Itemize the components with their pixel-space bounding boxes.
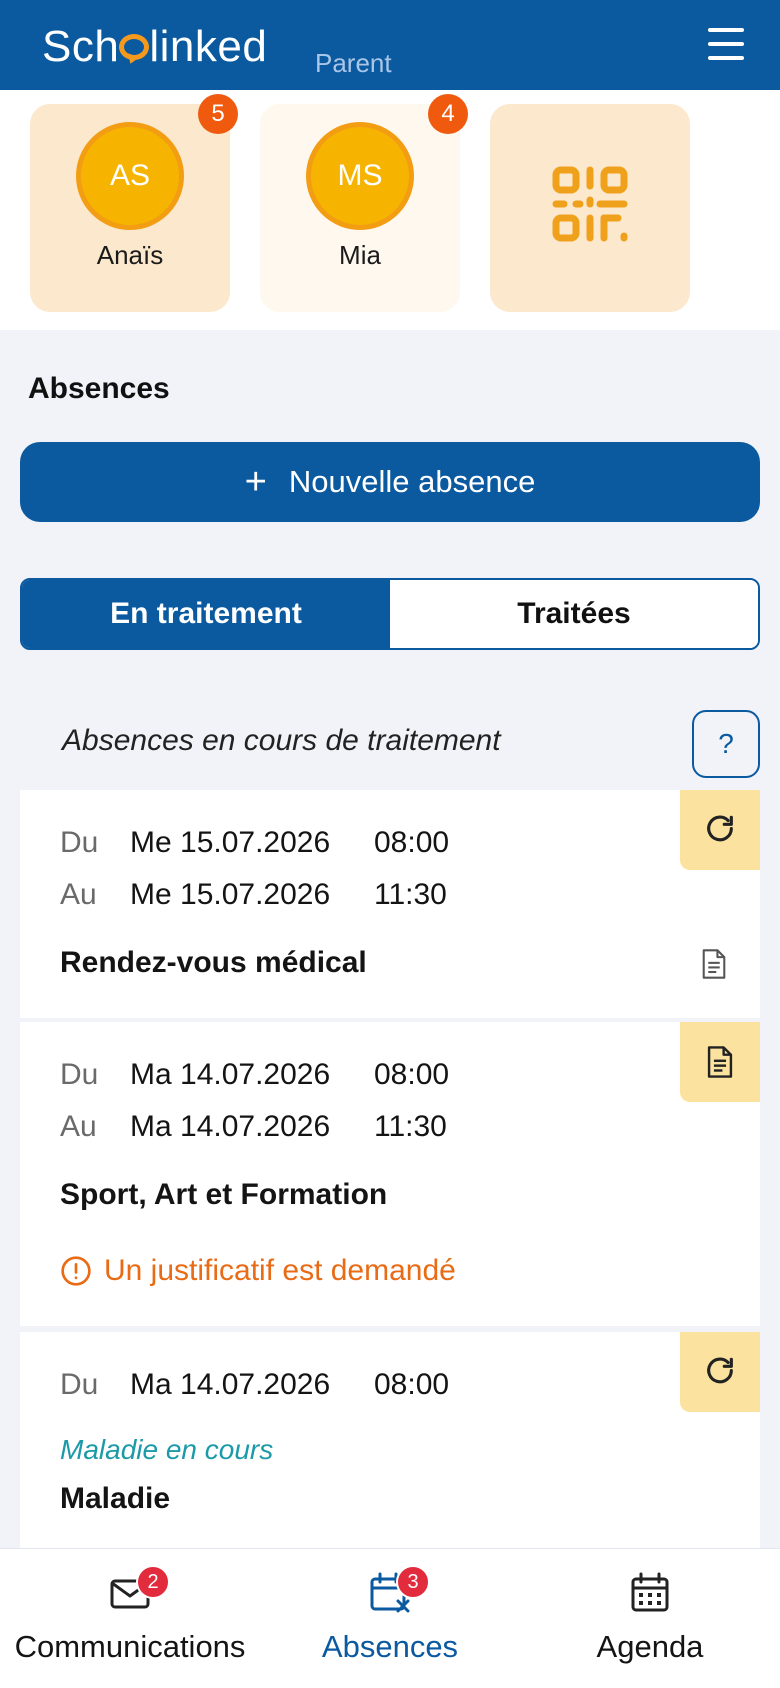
- nav-agenda[interactable]: Agenda: [520, 1549, 780, 1688]
- nav-absences[interactable]: 3 Absences: [260, 1549, 520, 1688]
- absence-card[interactable]: Du Me 15.07.2026 08:00 Au Me 15.07.2026 11:3…: [20, 790, 760, 1018]
- calendar-icon: [631, 1572, 669, 1612]
- refresh-icon: [707, 1357, 733, 1384]
- status-document-tag: [680, 1022, 760, 1102]
- notification-badge: 4: [428, 94, 468, 134]
- page-title: Absences: [28, 372, 170, 405]
- to-time: 11:30: [374, 878, 447, 911]
- from-time: 08:00: [374, 826, 450, 859]
- logo-chat-bubble-icon: [119, 22, 150, 72]
- nav-label: Communications: [14, 1629, 246, 1664]
- qr-code-icon: [552, 166, 628, 242]
- qr-code-card[interactable]: [490, 104, 690, 312]
- student-card-mia[interactable]: MS Mia: [260, 104, 460, 312]
- from-label: Du: [60, 826, 99, 859]
- student-selector: AS Anaïs 5 MS Mia 4: [0, 90, 780, 330]
- to-date: Me 15.07.2026: [130, 878, 331, 911]
- from-time: 08:00: [374, 1058, 450, 1091]
- help-button[interactable]: ?: [692, 710, 760, 778]
- logo-text-start: Sch: [42, 22, 120, 71]
- nav-label: Absences: [321, 1629, 459, 1664]
- absence-from-row: Du Me 15.07.2026 08:00: [60, 826, 449, 860]
- to-label: Au: [60, 878, 97, 911]
- student-card-anais[interactable]: AS Anaïs: [30, 104, 230, 312]
- absence-card[interactable]: Du Ma 14.07.2026 08:00 Maladie en cours Ma…: [20, 1332, 760, 1548]
- nav-badge: 2: [136, 1565, 170, 1599]
- absence-status-text: Maladie en cours: [60, 1434, 274, 1465]
- absence-reason: Sport, Art et Formation: [60, 1178, 388, 1211]
- absence-card[interactable]: Du Ma 14.07.2026 08:00 Au Ma 14.07.2026 11:3…: [20, 1022, 760, 1326]
- hamburger-menu-icon[interactable]: [708, 28, 744, 60]
- document-icon: [707, 1046, 733, 1078]
- justification-warning[interactable]: Un justificatif est demandé: [60, 1254, 456, 1288]
- role-label: Parent: [315, 48, 392, 78]
- refresh-icon: [707, 815, 733, 842]
- absence-reason: Rendez-vous médical: [60, 946, 367, 979]
- from-time: 08:00: [374, 1368, 450, 1401]
- bottom-navigation: 2 Communications 3 Absences Agenda: [0, 1548, 780, 1688]
- app-header: Sch linked Parent: [0, 0, 780, 90]
- from-label: Du: [60, 1368, 99, 1401]
- new-absence-button[interactable]: + Nouvelle absence: [20, 442, 760, 522]
- document-icon[interactable]: [700, 948, 728, 980]
- to-label: Au: [60, 1110, 97, 1143]
- warning-text: Un justificatif est demandé: [104, 1254, 456, 1287]
- absence-from-row: Du Ma 14.07.2026 08:00: [60, 1368, 449, 1402]
- from-date: Ma 14.07.2026: [130, 1368, 331, 1401]
- avatar: AS: [76, 122, 184, 230]
- nav-label: Agenda: [596, 1629, 704, 1664]
- notification-badge: 5: [198, 94, 238, 134]
- new-absence-label: Nouvelle absence: [288, 464, 536, 499]
- absence-to-row: Au Me 15.07.2026 11:30: [60, 878, 447, 912]
- status-pending-tag: [680, 790, 760, 870]
- status-pending-tag: [680, 1332, 760, 1412]
- absence-tabs: En traitement Traitées: [20, 578, 760, 650]
- tab-processed[interactable]: Traitées: [390, 580, 758, 648]
- schoolinked-logo: Sch linked: [42, 22, 267, 72]
- nav-badge: 3: [396, 1565, 430, 1599]
- warning-circle-icon: [61, 1256, 91, 1286]
- plus-icon: +: [244, 461, 267, 503]
- from-date: Me 15.07.2026: [130, 826, 331, 859]
- student-name: Mia: [339, 240, 381, 270]
- list-caption: Absences en cours de traitement: [62, 724, 501, 757]
- nav-communications[interactable]: 2 Communications: [0, 1549, 260, 1688]
- absence-to-row: Au Ma 14.07.2026 11:30: [60, 1110, 447, 1144]
- student-name: Anaïs: [96, 240, 164, 270]
- absence-from-row: Du Ma 14.07.2026 08:00: [60, 1058, 449, 1092]
- absence-reason: Maladie: [60, 1482, 171, 1515]
- to-time: 11:30: [374, 1110, 447, 1143]
- from-date: Ma 14.07.2026: [130, 1058, 331, 1091]
- from-label: Du: [60, 1058, 99, 1091]
- logo-text-end: linked: [149, 22, 268, 71]
- tab-in-progress[interactable]: En traitement: [22, 580, 390, 648]
- to-date: Ma 14.07.2026: [130, 1110, 331, 1143]
- avatar: MS: [306, 122, 414, 230]
